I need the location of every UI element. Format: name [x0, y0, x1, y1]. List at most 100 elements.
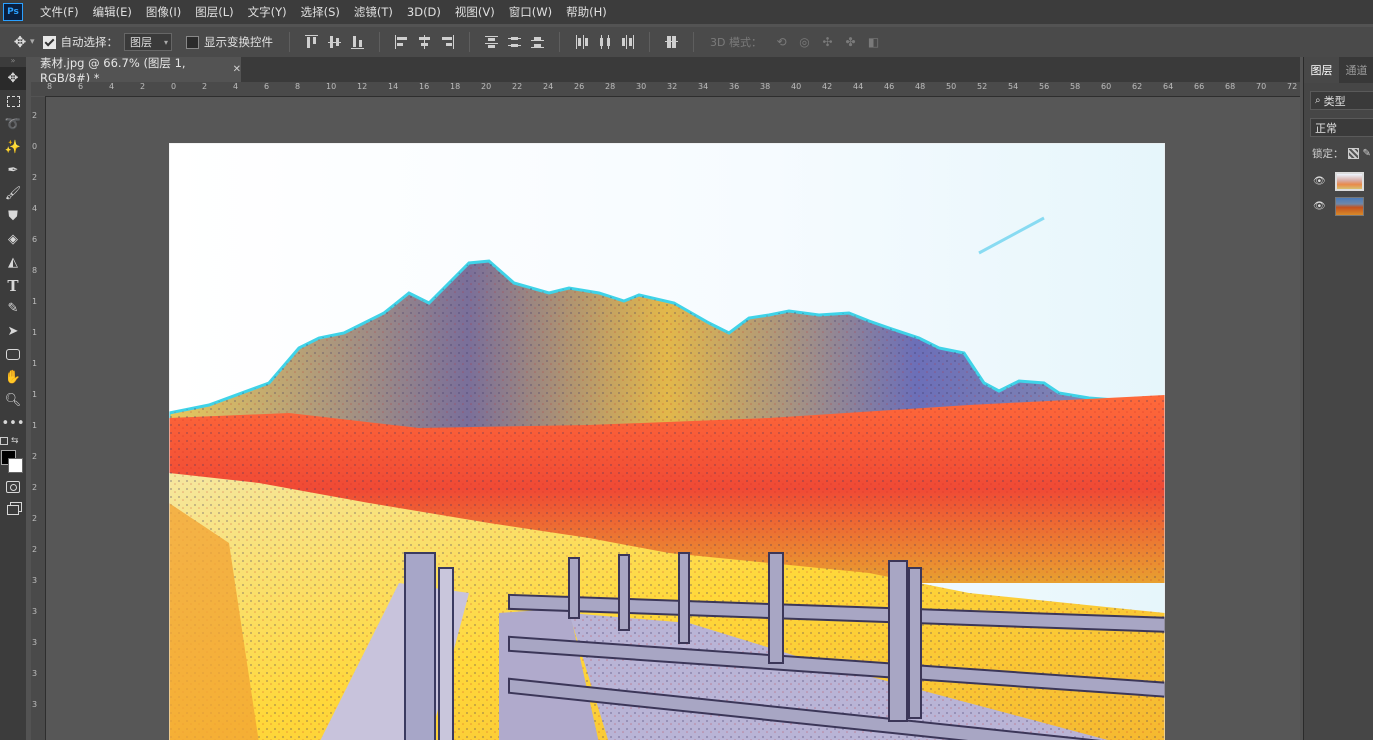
distribute-bottom-icon[interactable] — [531, 35, 545, 49]
lock-label: 锁定： — [1312, 148, 1344, 160]
eraser-tool-icon[interactable]: ◈ — [0, 228, 26, 251]
ruler-tick-label: 3 — [32, 576, 38, 585]
pen-tool-icon[interactable]: ✎ — [0, 297, 26, 320]
distribute-right-icon[interactable] — [621, 35, 635, 49]
ruler-tick-label: 44 — [853, 82, 864, 91]
slide-3d-icon[interactable]: ✤ — [843, 35, 858, 49]
ruler-tick-label: 72 — [1287, 82, 1298, 91]
menu-3d[interactable]: 3D(D) — [400, 0, 448, 24]
layer-row[interactable]: 👁 — [1304, 169, 1373, 194]
lock-brush-icon[interactable]: ✎ — [1363, 148, 1371, 159]
more-tools-icon[interactable]: ••• — [0, 412, 26, 435]
auto-select-value: 图层 — [130, 36, 153, 49]
ruler-tick-label: 48 — [915, 82, 926, 91]
menu-view[interactable]: 视图(V) — [448, 0, 502, 24]
close-icon[interactable]: ✕ — [233, 64, 241, 75]
ruler-vertical[interactable]: 2 0 2 4 6 8 1 1 1 1 1 2 2 2 2 3 3 3 3 3 — [31, 97, 46, 740]
distribute-vcenter-icon[interactable] — [508, 35, 522, 49]
ruler-tick-label: 62 — [1132, 82, 1143, 91]
lock-transparent-pixels-icon[interactable] — [1347, 148, 1359, 159]
ruler-tick-label: 4 — [109, 82, 115, 91]
brush-tool-icon[interactable]: 🖌 — [0, 182, 26, 205]
ruler-tick-label: 16 — [419, 82, 430, 91]
distribute-top-icon[interactable] — [485, 35, 499, 49]
path-select-tool-icon[interactable]: ➤ — [0, 320, 26, 343]
zoom-tool-icon[interactable]: 🔍︎ — [0, 389, 26, 412]
auto-select-dropdown[interactable]: 图层 ▾ — [124, 33, 173, 51]
layer-row[interactable]: 👁 — [1304, 194, 1373, 219]
options-bar: ✥ ▾ 自动选择： 图层 ▾ 显示变换控件 3D 模式： ⟲ ◎ ✣ ✤ ◧ — [0, 27, 1373, 57]
auto-align-icon[interactable] — [665, 35, 679, 49]
menu-edit[interactable]: 编辑(E) — [86, 0, 139, 24]
blend-mode-dropdown[interactable]: 正常 — [1310, 118, 1373, 137]
align-left-icon[interactable] — [395, 35, 408, 49]
screen-mode-icon[interactable] — [0, 498, 26, 521]
ruler-tick-label: 64 — [1163, 82, 1174, 91]
menu-bar: Ps 文件(F) 编辑(E) 图像(I) 图层(L) 文字(Y) 选择(S) 滤… — [0, 0, 1373, 24]
distribute-hcenter-icon[interactable] — [598, 35, 611, 49]
pan-3d-icon[interactable]: ✣ — [820, 35, 835, 49]
shape-tool-icon[interactable] — [0, 343, 26, 366]
show-transform-checkbox[interactable] — [186, 35, 200, 49]
magic-wand-tool-icon[interactable]: ✨ — [0, 136, 26, 159]
ruler-tick-label: 60 — [1101, 82, 1112, 91]
align-bottom-icon[interactable] — [351, 35, 365, 49]
visibility-eye-icon[interactable]: 👁 — [1313, 176, 1327, 187]
move-tool-icon[interactable]: ✥ — [0, 67, 26, 90]
ruler-tick-label: 2 — [32, 483, 38, 492]
photoshop-logo: Ps — [3, 3, 23, 21]
visibility-eye-icon[interactable]: 👁 — [1313, 201, 1327, 212]
type-tool-icon[interactable]: T — [0, 274, 26, 297]
layer-filter-field[interactable]: ⌕ 类型 — [1310, 91, 1373, 110]
lasso-tool-icon[interactable]: ➰ — [0, 113, 26, 136]
ruler-tick-label: 3 — [32, 700, 38, 709]
panel-grip-icon[interactable]: » — [0, 57, 26, 67]
align-right-icon[interactable] — [441, 35, 455, 49]
menu-type[interactable]: 文字(Y) — [241, 0, 294, 24]
default-colors-icon[interactable] — [0, 437, 8, 445]
ruler-tick-label: 4 — [233, 82, 239, 91]
menu-filter[interactable]: 滤镜(T) — [347, 0, 400, 24]
distribute-left-icon[interactable] — [575, 35, 589, 49]
scale-3d-icon[interactable]: ◧ — [866, 35, 881, 49]
menu-image[interactable]: 图像(I) — [139, 0, 188, 24]
menu-help[interactable]: 帮助(H) — [559, 0, 614, 24]
ruler-tick-label: 8 — [32, 266, 38, 275]
orbit-3d-icon[interactable]: ⟲ — [774, 35, 789, 49]
auto-select-checkbox[interactable] — [42, 35, 56, 49]
align-hcenter-icon[interactable] — [418, 35, 431, 49]
canvas-area[interactable] — [46, 97, 1300, 740]
ruler-tick-label: 1 — [32, 390, 38, 399]
menu-select[interactable]: 选择(S) — [294, 0, 347, 24]
marquee-tool-icon[interactable] — [0, 90, 26, 113]
ruler-tick-label: 6 — [32, 235, 38, 244]
paint-bucket-tool-icon[interactable]: ◭ — [0, 251, 26, 274]
move-icon[interactable]: ✥ — [12, 33, 28, 51]
eyedropper-tool-icon[interactable]: ✒ — [0, 159, 26, 182]
menu-file[interactable]: 文件(F) — [33, 0, 86, 24]
ruler-tick-label: 3 — [32, 607, 38, 616]
tab-layers[interactable]: 图层 — [1304, 57, 1339, 83]
menu-window[interactable]: 窗口(W) — [502, 0, 559, 24]
document-tab[interactable]: 素材.jpg @ 66.7% (图层 1, RGB/8#) * ✕ — [31, 56, 241, 85]
ruler-tick-label: 28 — [605, 82, 616, 91]
hand-tool-icon[interactable]: ✋ — [0, 366, 26, 389]
ruler-tick-label: 10 — [326, 82, 337, 91]
align-vcenter-icon[interactable] — [328, 35, 342, 49]
background-color-swatch[interactable] — [8, 458, 23, 473]
tab-channels[interactable]: 通道 — [1339, 57, 1373, 83]
ruler-horizontal[interactable]: 8 6 4 2 0 2 4 6 8 10 12 14 16 18 20 22 24 26 28 30 32 34 36 38 4… — [45, 82, 1300, 97]
ruler-origin[interactable] — [31, 82, 45, 96]
stamp-tool-icon[interactable]: ⛊ — [0, 205, 26, 228]
tool-preset-caret-icon[interactable]: ▾ — [30, 37, 35, 47]
swap-colors-icon[interactable]: ⇆ — [11, 436, 19, 446]
ruler-tick-label: 18 — [450, 82, 461, 91]
lock-row: 锁定： ✎ — [1312, 146, 1373, 161]
align-top-icon[interactable] — [305, 35, 319, 49]
roll-3d-icon[interactable]: ◎ — [797, 35, 812, 49]
canvas-image[interactable] — [169, 143, 1165, 740]
menu-layer[interactable]: 图层(L) — [188, 0, 240, 24]
separator — [559, 32, 561, 52]
ruler-tick-label: 1 — [32, 359, 38, 368]
quick-mask-icon[interactable] — [0, 475, 26, 498]
